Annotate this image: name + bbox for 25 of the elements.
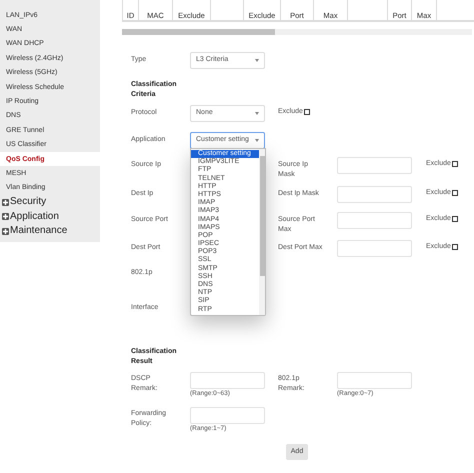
sidebar-group[interactable]: Security [10, 197, 46, 208]
scrollbar-thumb[interactable] [260, 156, 264, 276]
exclude-checkbox[interactable] [452, 160, 458, 166]
input-field[interactable] [190, 407, 265, 424]
exclude-checkbox[interactable] [452, 190, 458, 196]
input-field[interactable] [337, 372, 412, 389]
exclude-checkbox[interactable] [452, 216, 458, 222]
input-field[interactable] [190, 372, 265, 389]
expand-icon[interactable] [2, 213, 9, 220]
caret-icon [255, 59, 259, 62]
input-field[interactable] [337, 240, 412, 257]
sidebar-group[interactable]: Maintenance [10, 226, 68, 236]
caret-icon [255, 112, 259, 115]
expand-icon[interactable] [2, 228, 9, 235]
list-scrollbar[interactable] [259, 149, 265, 315]
input-field[interactable] [337, 212, 412, 229]
expand-icon[interactable] [2, 198, 9, 206]
input-field[interactable] [337, 186, 412, 203]
sidebar-group[interactable]: Application [10, 212, 59, 222]
horizontal-scrollbar[interactable] [122, 29, 472, 35]
caret-icon [255, 139, 259, 142]
scrollbar-thumb[interactable] [122, 29, 275, 35]
input-field[interactable] [337, 157, 412, 174]
exclude-checkbox[interactable] [304, 108, 310, 114]
exclude-checkbox[interactable] [452, 244, 458, 250]
